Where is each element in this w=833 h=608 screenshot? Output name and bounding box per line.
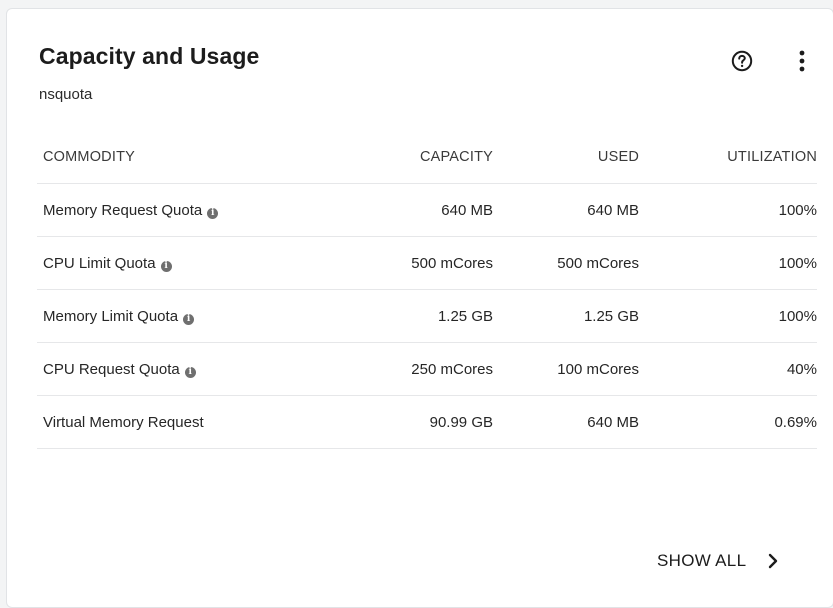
utilization-cell: 0.69%	[639, 395, 817, 449]
commodity-name: Memory Request Quota	[43, 201, 203, 219]
used-cell: 500 mCores	[493, 236, 639, 290]
column-header-utilization[interactable]: UTILIZATION	[639, 131, 817, 184]
commodity-name: Memory Limit Quota	[43, 307, 179, 325]
used-cell: 100 mCores	[493, 342, 639, 396]
utilization-cell: 100%	[639, 183, 817, 237]
utilization-cell: 100%	[639, 236, 817, 290]
capacity-usage-card: Capacity and Usage nsquota COMMODITY CAP…	[6, 8, 833, 608]
column-header-commodity[interactable]: COMMODITY	[37, 131, 293, 184]
utilization-cell: 40%	[639, 342, 817, 396]
commodity-cell: CPU Limit Quota i	[37, 236, 293, 290]
commodity-name: Virtual Memory Request	[43, 413, 204, 431]
commodity-cell: Memory Limit Quota i	[37, 289, 293, 343]
table-row: Memory Request Quota i 640 MB 640 MB 100%	[37, 183, 817, 237]
capacity-cell: 1.25 GB	[293, 289, 493, 343]
show-all-button[interactable]: SHOW ALL	[657, 551, 778, 571]
table-row: Virtual Memory Request 90.99 GB 640 MB 0…	[37, 395, 817, 449]
info-icon[interactable]: i	[207, 207, 219, 219]
capacity-cell: 90.99 GB	[293, 395, 493, 449]
used-cell: 640 MB	[493, 395, 639, 449]
capacity-cell: 250 mCores	[293, 342, 493, 396]
capacity-usage-table: COMMODITY CAPACITY USED UTILIZATION Memo…	[37, 131, 817, 449]
info-icon[interactable]: i	[184, 366, 196, 378]
column-header-used[interactable]: USED	[493, 131, 639, 184]
commodity-name: CPU Request Quota	[43, 360, 180, 378]
commodity-cell: Virtual Memory Request	[37, 395, 293, 449]
chevron-right-icon	[769, 553, 778, 569]
capacity-cell: 500 mCores	[293, 236, 493, 290]
help-circle-icon[interactable]	[731, 50, 753, 72]
commodity-cell: Memory Request Quota i	[37, 183, 293, 237]
more-vertical-icon[interactable]	[797, 49, 807, 73]
table-row: CPU Request Quota i 250 mCores 100 mCores…	[37, 342, 817, 396]
table-header-row: COMMODITY CAPACITY USED UTILIZATION	[37, 131, 817, 184]
utilization-cell: 100%	[639, 289, 817, 343]
show-all-label: SHOW ALL	[657, 551, 747, 570]
used-cell: 640 MB	[493, 183, 639, 237]
used-cell: 1.25 GB	[493, 289, 639, 343]
table-row: CPU Limit Quota i 500 mCores 500 mCores 1…	[37, 236, 817, 290]
card-subtitle: nsquota	[39, 86, 93, 103]
info-icon[interactable]: i	[183, 313, 195, 325]
info-icon[interactable]: i	[160, 260, 172, 272]
commodity-name: CPU Limit Quota	[43, 254, 156, 272]
table-row: Memory Limit Quota i 1.25 GB 1.25 GB 100%	[37, 289, 817, 343]
column-header-capacity[interactable]: CAPACITY	[293, 131, 493, 184]
commodity-cell: CPU Request Quota i	[37, 342, 293, 396]
card-title: Capacity and Usage	[39, 43, 260, 69]
capacity-cell: 640 MB	[293, 183, 493, 237]
